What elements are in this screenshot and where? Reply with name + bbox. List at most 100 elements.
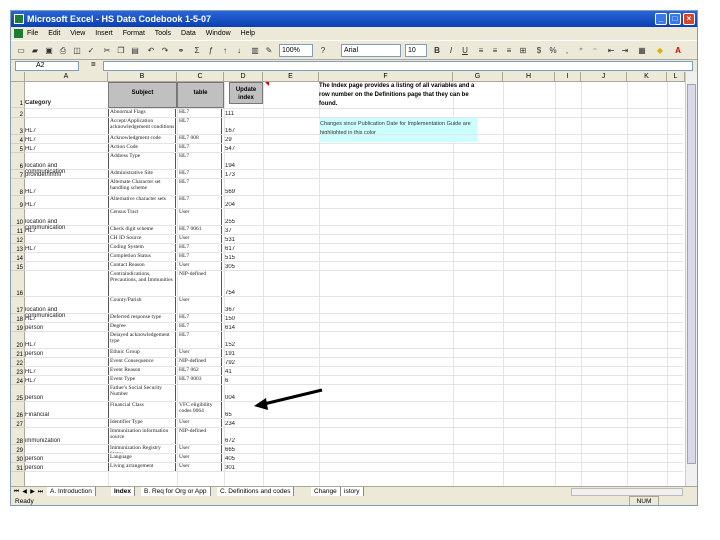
paste-icon[interactable]: ▤ — [129, 44, 141, 57]
subject-cell[interactable]: Event Consequence — [108, 358, 176, 366]
select-all-corner[interactable] — [11, 72, 25, 82]
subject-cell[interactable]: Abnormal Flags — [108, 109, 176, 117]
subject-cell[interactable]: Immunization Registry Status — [108, 445, 176, 453]
menu-help[interactable]: Help — [241, 30, 255, 37]
table-cell[interactable]: VFC eligibility codes 0064 — [177, 402, 222, 418]
category-cell[interactable]: HL7 — [25, 137, 87, 143]
minimize-button[interactable]: _ — [655, 13, 667, 25]
category-cell[interactable]: HL7 — [25, 202, 87, 208]
col-header-k[interactable]: K — [627, 72, 667, 82]
row-header[interactable]: 24 — [11, 376, 25, 385]
category-cell[interactable]: person — [25, 465, 87, 471]
print-icon[interactable]: ⎙ — [57, 44, 69, 57]
category-cell[interactable]: person — [25, 395, 87, 401]
subject-cell[interactable]: Degree — [108, 323, 176, 331]
vertical-scroll-thumb[interactable] — [687, 84, 696, 464]
subject-cell[interactable]: Event Reason — [108, 367, 176, 375]
row-header[interactable]: 20 — [11, 332, 25, 349]
font-color-icon[interactable]: A — [671, 44, 685, 57]
font-select[interactable]: Arial — [341, 44, 401, 57]
category-cell[interactable]: provider/immi — [25, 172, 87, 178]
tab-history[interactable]: istory — [341, 487, 364, 496]
row-header[interactable]: 13 — [11, 244, 25, 253]
subject-cell[interactable]: Language — [108, 454, 176, 462]
comma-icon[interactable]: , — [561, 44, 573, 57]
row-header[interactable]: 28 — [11, 428, 25, 445]
row-header[interactable]: 7 — [11, 170, 25, 179]
row-header[interactable]: 14 — [11, 253, 25, 262]
menu-format[interactable]: Format — [123, 30, 145, 37]
update-index-cell[interactable]: 754 — [224, 290, 262, 296]
category-cell[interactable]: HL7 — [25, 189, 87, 195]
table-header[interactable]: table — [177, 82, 224, 108]
subject-header[interactable]: Subject — [108, 82, 177, 108]
merge-center-icon[interactable]: ⊞ — [517, 44, 529, 57]
table-cell[interactable]: NIP-defined — [177, 358, 222, 366]
index-note[interactable]: The Index page provides a listing of all… — [319, 82, 479, 109]
table-cell[interactable]: User — [177, 349, 222, 357]
update-index-cell[interactable]: 167 — [224, 128, 262, 134]
category-cell[interactable]: HL7 — [25, 146, 87, 152]
worksheet-grid[interactable]: A B C D E F G H I J K L 1 2 3 4 5 6 7 8 9 10 11 12… — [11, 72, 697, 486]
row-header[interactable]: 30 — [11, 454, 25, 463]
tab-introduction[interactable]: A. Introduction — [47, 487, 96, 496]
menu-edit[interactable]: Edit — [48, 30, 60, 37]
subject-cell[interactable]: Address Type — [108, 153, 176, 169]
category-cell[interactable]: person — [25, 325, 87, 331]
subject-cell[interactable]: Living arrangement — [108, 463, 176, 471]
percent-button[interactable]: % — [547, 44, 559, 57]
menu-tools[interactable]: Tools — [155, 30, 171, 37]
subject-cell[interactable]: Check digit scheme — [108, 226, 176, 234]
tab-req-for-org[interactable]: B. Req for Org or App — [141, 487, 211, 496]
row-header-1[interactable]: 1 — [11, 82, 25, 108]
update-index-cell[interactable]: 37 — [224, 228, 262, 234]
table-cell[interactable]: HL7 — [177, 314, 222, 322]
menu-data[interactable]: Data — [181, 30, 196, 37]
table-cell[interactable]: User — [177, 454, 222, 462]
category-cell[interactable]: immunization — [25, 438, 87, 444]
table-cell[interactable]: NIP-defined — [177, 428, 222, 444]
row-header[interactable]: 26 — [11, 402, 25, 419]
row-header[interactable]: 5 — [11, 144, 25, 153]
row-header[interactable]: 27 — [11, 419, 25, 428]
menu-file[interactable]: File — [27, 30, 38, 37]
col-header-a[interactable]: A — [25, 72, 108, 82]
category-cell[interactable]: Financial — [25, 412, 87, 418]
horizontal-scrollbar[interactable] — [571, 488, 683, 496]
update-index-cell[interactable]: 515 — [224, 255, 262, 261]
update-index-cell[interactable]: 305 — [224, 264, 262, 270]
update-index-cell[interactable]: 204 — [224, 202, 262, 208]
row-header[interactable]: 3 — [11, 118, 25, 135]
table-cell[interactable]: HL7 — [177, 253, 222, 261]
update-index-cell[interactable]: 29 — [224, 137, 262, 143]
font-size-select[interactable]: 10 — [405, 44, 427, 57]
update-index-cell[interactable]: 792 — [224, 360, 262, 366]
table-cell[interactable]: HL7 — [177, 196, 222, 208]
tab-index[interactable]: Index — [111, 487, 135, 496]
sort-descending-icon[interactable]: ↓ — [233, 44, 245, 57]
col-header-l[interactable]: L — [667, 72, 685, 82]
col-header-f[interactable]: F — [319, 72, 453, 82]
underline-button[interactable]: U — [459, 44, 471, 57]
workbook-icon[interactable] — [14, 29, 23, 38]
row-header[interactable]: 2 — [11, 109, 25, 118]
decrease-indent-icon[interactable]: ⇤ — [605, 44, 617, 57]
subject-cell[interactable]: Contraindications, Precautions, and Immu… — [108, 271, 176, 296]
table-cell[interactable]: User — [177, 419, 222, 427]
hyperlink-icon[interactable]: ⚭ — [175, 44, 187, 57]
table-cell[interactable]: HL7 — [177, 144, 222, 152]
update-index-cell[interactable]: 672 — [224, 438, 262, 444]
undo-icon[interactable]: ↶ — [145, 44, 157, 57]
maximize-button[interactable]: □ — [669, 13, 681, 25]
align-right-icon[interactable]: ≡ — [503, 44, 515, 57]
cells-area[interactable]: Category Subject table Update index The … — [25, 82, 683, 486]
table-cell[interactable]: HL7 062 — [177, 367, 222, 375]
row-header[interactable]: 11 — [11, 226, 25, 235]
borders-icon[interactable]: ▦ — [635, 44, 649, 57]
increase-decimal-icon[interactable]: ⁺ — [575, 44, 587, 57]
update-index-cell[interactable]: 111 — [224, 111, 262, 117]
category-header[interactable]: Category — [25, 100, 105, 106]
redo-icon[interactable]: ↷ — [159, 44, 171, 57]
subject-cell[interactable]: County/Parish — [108, 297, 176, 313]
autosum-icon[interactable]: Σ — [191, 44, 203, 57]
